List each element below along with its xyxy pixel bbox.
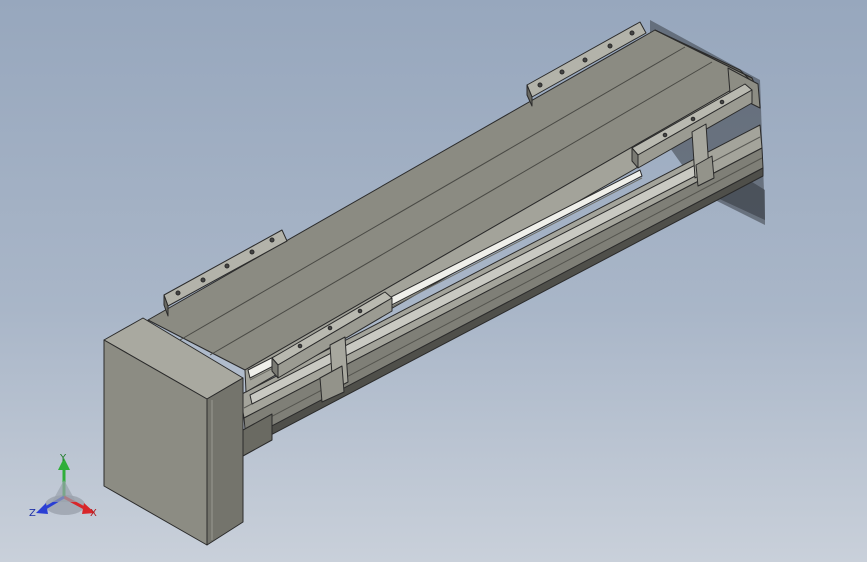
triad-cone [52,480,76,502]
bolt-hole [719,99,725,105]
bolt-hole [200,277,206,283]
bolt-hole [537,82,543,88]
bolt-hole [297,343,303,349]
z-axis-label: Z [29,508,36,519]
z-arrow-icon [36,503,48,514]
bolt-hole [629,30,635,36]
cad-viewport[interactable]: Y X Z [0,0,867,562]
y-axis-label: Y [59,453,67,464]
coordinate-triad: Y X Z [29,453,97,519]
bolt-hole [357,308,363,314]
bolt-hole [269,237,275,243]
bolt-hole [249,249,255,255]
bolt-hole [224,263,230,269]
bolt-hole [662,132,668,138]
bolt-hole [175,290,181,296]
x-axis-label: X [90,508,97,519]
bolt-hole [582,57,588,63]
bolt-hole [607,43,613,49]
linear-module[interactable] [103,21,764,546]
bolt-hole [559,69,565,75]
bolt-hole [327,325,333,331]
bolt-hole [690,116,696,122]
